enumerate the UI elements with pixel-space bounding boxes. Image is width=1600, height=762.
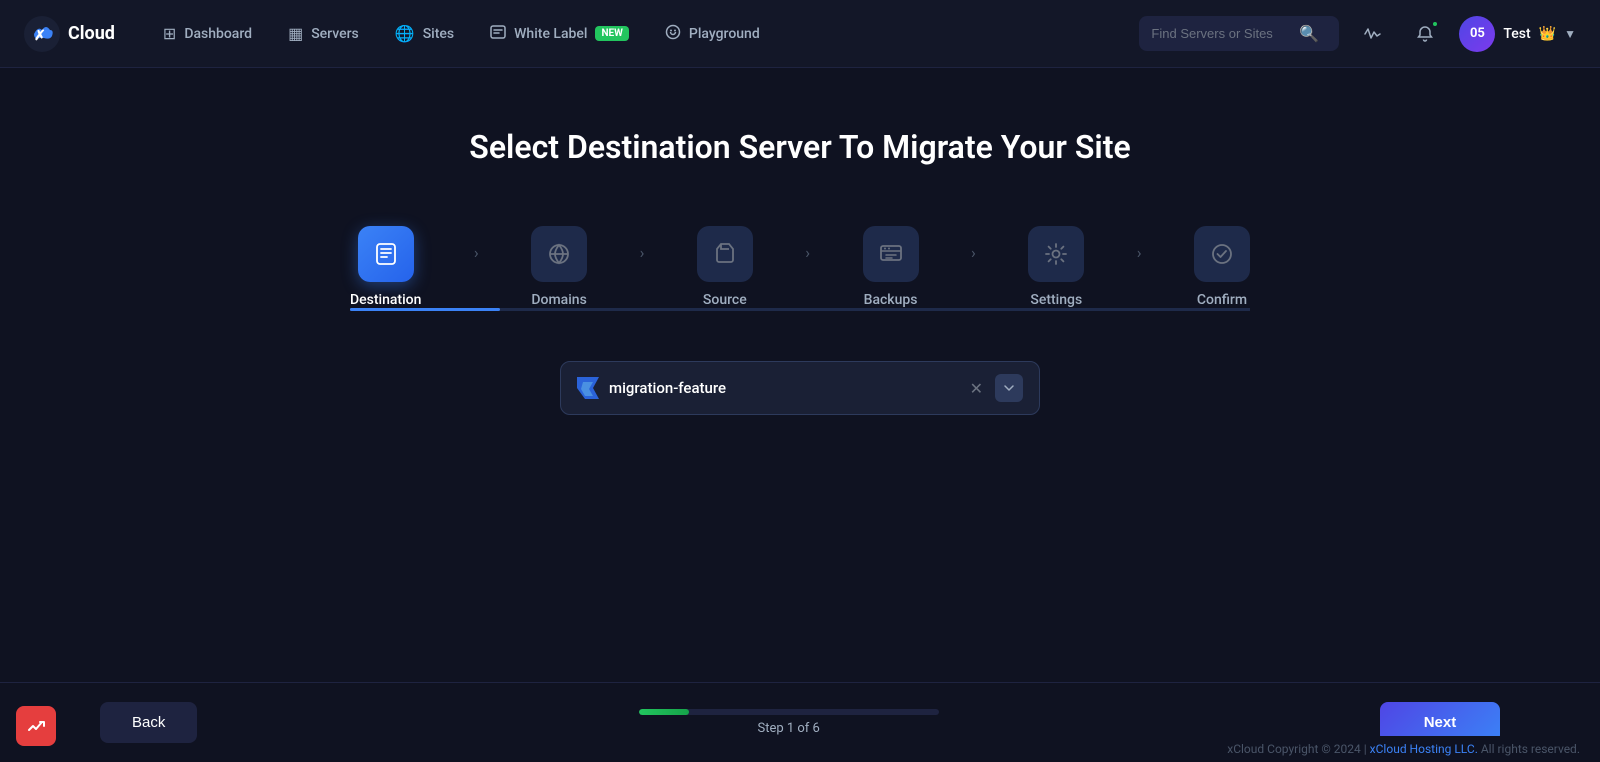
arrow-5: › <box>1137 243 1142 262</box>
user-name: Test <box>1503 26 1530 42</box>
stepper: Destination › Domains › <box>350 226 1250 308</box>
dashboard-icon: ⊞ <box>163 24 176 43</box>
step-backups-label: Backups <box>864 292 918 308</box>
stepper-progress-fill <box>350 308 500 311</box>
svg-text:✗: ✗ <box>34 28 46 44</box>
navbar: ✗ Cloud ⊞ Dashboard ▦ Servers 🌐 Sites Wh… <box>0 0 1600 68</box>
new-badge: NEW <box>595 26 628 41</box>
step-confirm-icon <box>1194 226 1250 282</box>
logo-text: Cloud <box>68 23 115 44</box>
nav-item-playground[interactable]: Playground <box>649 16 776 52</box>
step-destination-icon <box>358 226 414 282</box>
white-label-icon <box>490 24 506 44</box>
progress-bar-track <box>639 709 939 715</box>
step-domains-label: Domains <box>531 292 586 308</box>
search-input[interactable] <box>1151 26 1291 41</box>
sites-icon: 🌐 <box>395 24 415 43</box>
notification-icon[interactable] <box>1407 16 1443 52</box>
user-dropdown-chevron: ▼ <box>1564 27 1576 41</box>
playground-icon <box>665 24 681 44</box>
activity-icon[interactable] <box>1355 16 1391 52</box>
search-icon: 🔍 <box>1299 24 1319 43</box>
user-menu[interactable]: 05 Test 👑 ▼ <box>1459 16 1576 52</box>
nav-items: ⊞ Dashboard ▦ Servers 🌐 Sites White Labe… <box>147 16 1132 52</box>
step-settings[interactable]: Settings <box>1028 226 1084 308</box>
nav-item-white-label[interactable]: White Label NEW <box>474 16 645 52</box>
step-source-icon <box>697 226 753 282</box>
dropdown-actions: ✕ <box>966 374 1023 402</box>
step-backups-icon <box>863 226 919 282</box>
navbar-right: 🔍 05 Test 👑 ▼ <box>1139 16 1576 52</box>
destination-dropdown-section: migration-feature ✕ <box>560 361 1040 415</box>
step-destination[interactable]: Destination <box>350 226 421 308</box>
main-content: Select Destination Server To Migrate You… <box>0 68 1600 722</box>
step-confirm-label: Confirm <box>1197 292 1247 308</box>
step-progress-label: Step 1 of 6 <box>757 721 819 736</box>
search-bar[interactable]: 🔍 <box>1139 16 1339 51</box>
stepper-container: Destination › Domains › <box>350 226 1250 311</box>
nav-item-servers[interactable]: ▦ Servers <box>272 16 375 51</box>
progress-bar-fill <box>639 709 689 715</box>
step-destination-label: Destination <box>350 292 421 308</box>
progress-section: Step 1 of 6 <box>639 709 939 736</box>
nav-item-dashboard[interactable]: ⊞ Dashboard <box>147 16 268 51</box>
destination-server-value: migration-feature <box>609 379 956 397</box>
step-settings-label: Settings <box>1030 292 1082 308</box>
step-confirm[interactable]: Confirm <box>1194 226 1250 308</box>
logo[interactable]: ✗ Cloud <box>24 16 115 52</box>
step-domains[interactable]: Domains <box>531 226 587 308</box>
crown-icon: 👑 <box>1539 26 1556 42</box>
vultr-logo <box>577 377 599 399</box>
arrow-1: › <box>474 243 479 262</box>
arrow-3: › <box>805 243 810 262</box>
widget-icon <box>26 716 46 736</box>
arrow-2: › <box>640 243 645 262</box>
user-avatar: 05 <box>1459 16 1495 52</box>
step-source[interactable]: Source <box>697 226 753 308</box>
step-domains-icon <box>531 226 587 282</box>
bottom-left-widget[interactable] <box>16 706 56 746</box>
stepper-progress-line <box>350 308 1250 311</box>
destination-server-select[interactable]: migration-feature ✕ <box>560 361 1040 415</box>
arrow-4: › <box>971 243 976 262</box>
page-title: Select Destination Server To Migrate You… <box>469 128 1130 166</box>
dropdown-chevron-btn[interactable] <box>995 374 1023 402</box>
step-backups[interactable]: Backups <box>863 226 919 308</box>
nav-item-sites[interactable]: 🌐 Sites <box>379 16 470 51</box>
footer-copyright: xCloud Copyright © 2024 | xCloud Hosting… <box>1207 736 1600 762</box>
servers-icon: ▦ <box>288 24 303 43</box>
dropdown-clear-btn[interactable]: ✕ <box>966 377 987 400</box>
back-button[interactable]: Back <box>100 702 197 743</box>
step-source-label: Source <box>703 292 747 308</box>
step-settings-icon <box>1028 226 1084 282</box>
notification-dot <box>1431 20 1439 28</box>
